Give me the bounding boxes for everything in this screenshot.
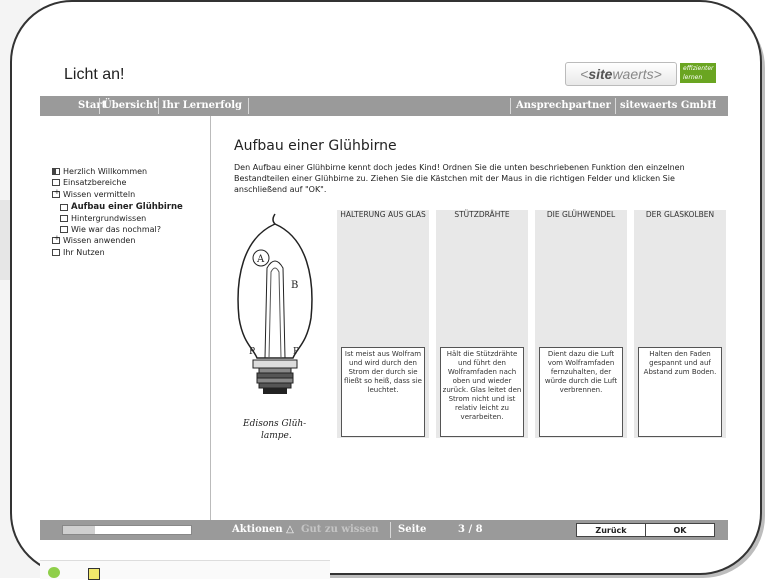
instructions-text: Den Aufbau einer Glühbirne kennt doch je… xyxy=(234,163,685,194)
app-title: Licht an! xyxy=(64,66,125,83)
smiley-icon xyxy=(48,567,60,578)
sidebar-item-wissen-anwenden[interactable]: Wissen anwenden xyxy=(52,234,135,245)
logo-tagline: effizienter lernen xyxy=(680,63,716,83)
nav-sitewaerts[interactable]: sitewaerts GmbH xyxy=(620,96,716,116)
sitewaerts-logo: <sitewaerts> effizienter lernen xyxy=(565,62,716,86)
page-title: Aufbau einer Glühbirne xyxy=(234,138,397,154)
drop-zone-gluehwendel[interactable] xyxy=(535,210,627,344)
drag-card[interactable]: Dient dazu die Luft vom Wolframfaden fer… xyxy=(539,347,623,437)
bulb-caption-line-1: Edisons Glüh- xyxy=(242,419,306,429)
edison-bulb-illustration: A B P P Edisons Glüh- lampe. xyxy=(237,213,313,441)
box-icon xyxy=(60,203,68,211)
nav-separator xyxy=(99,98,100,114)
bulb-letter-p-left: P xyxy=(249,347,255,357)
sidebar-item-wie-war-das[interactable]: Wie war das nochmal? xyxy=(60,225,161,234)
column-header-gluehwendel: DIE GLÜHWENDEL xyxy=(546,210,616,219)
drop-zone-glaskolben[interactable] xyxy=(634,210,726,344)
box-icon xyxy=(52,249,60,256)
drop-zone-stuetzdraehte[interactable] xyxy=(436,210,528,344)
drag-card[interactable]: Hält die Stützdrähte und führt den Wolfr… xyxy=(440,347,524,437)
footer-separator xyxy=(390,522,391,538)
card-slot: Hält die Stützdrähte und führt den Wolfr… xyxy=(436,344,528,438)
drag-card[interactable]: Halten den Faden gespannt und auf Abstan… xyxy=(638,347,722,437)
note-icon xyxy=(88,568,100,580)
progress-bar xyxy=(62,525,192,535)
nav-separator xyxy=(615,98,616,114)
nav-ansprechpartner[interactable]: Ansprechpartner xyxy=(516,96,611,116)
lesson-content: Aufbau einer Glühbirne Den Aufbau einer … xyxy=(224,116,726,520)
top-navigation: Start Übersicht Ihr Lernerfolg Ansprechp… xyxy=(40,96,728,116)
progress-fill xyxy=(63,526,95,534)
nav-start[interactable]: Start xyxy=(78,96,106,116)
sidebar-item-hintergrundwissen[interactable]: Hintergrundwissen xyxy=(60,214,146,223)
logo-wordmark: <sitewaerts> xyxy=(565,62,677,86)
bulb-caption-line-2: lampe. xyxy=(261,431,292,441)
back-button[interactable]: Zurück xyxy=(576,523,646,537)
bulb-letter-a: A xyxy=(256,254,265,265)
nav-separator xyxy=(248,98,249,114)
box-icon xyxy=(60,226,68,233)
nav-separator xyxy=(510,98,511,114)
sidebar-item-wissen-vermitteln[interactable]: Wissen vermitteln xyxy=(52,188,135,199)
drag-card[interactable]: Ist meist aus Wolfram und wird durch den… xyxy=(341,347,425,437)
sidebar-item-ihr-nutzen[interactable]: Ihr Nutzen xyxy=(52,248,105,257)
drop-zone-halterung[interactable] xyxy=(337,210,429,344)
card-slot: Dient dazu die Luft vom Wolframfaden fer… xyxy=(535,344,627,438)
title-bar: Licht an! <sitewaerts> effizienter lerne… xyxy=(40,52,728,96)
page-counter: 3 / 8 xyxy=(458,524,483,535)
sidebar-item-aufbau[interactable]: Aufbau einer Glühbirne xyxy=(60,202,183,212)
column-header-glaskolben: DER GLASKOLBEN xyxy=(645,210,715,219)
nav-lernerfolg[interactable]: Ihr Lernerfolg xyxy=(162,96,242,116)
footer-bar: Aktionen △ Gut zu wissen Seite 3 / 8 Zur… xyxy=(40,520,728,540)
column-header-stuetzdraehte: STÜTZDRÄHTE xyxy=(454,210,510,219)
box-icon xyxy=(52,179,60,186)
card-slot: Ist meist aus Wolfram und wird durch den… xyxy=(337,344,429,438)
nav-separator xyxy=(158,98,159,114)
column-header-halterung: HALTERUNG AUS GLAS xyxy=(340,210,426,219)
expanded-box-icon xyxy=(52,234,60,244)
bulb-letter-b: B xyxy=(291,280,298,291)
course-window: Licht an! <sitewaerts> effizienter lerne… xyxy=(40,52,728,540)
half-box-icon xyxy=(52,168,60,175)
bulb-letter-p-right: P xyxy=(293,347,299,357)
chapter-sidebar: Herzlich Willkommen Einsatzbereiche Wiss… xyxy=(40,116,211,520)
sidebar-item-einsatzbereiche[interactable]: Einsatzbereiche xyxy=(52,178,126,187)
expanded-box-icon xyxy=(52,188,60,198)
aktionen-menu[interactable]: Aktionen △ xyxy=(232,520,294,540)
card-slot: Halten den Faden gespannt und auf Abstan… xyxy=(634,344,726,438)
page-label: Seite xyxy=(398,524,427,535)
sidebar-item-herzlich-willkommen[interactable]: Herzlich Willkommen xyxy=(52,167,147,176)
taskbar-strip xyxy=(40,560,330,579)
chevron-up-icon: △ xyxy=(286,524,294,535)
gut-zu-wissen-button[interactable]: Gut zu wissen xyxy=(301,520,379,540)
box-icon xyxy=(60,215,68,222)
ok-button[interactable]: OK xyxy=(645,523,715,537)
nav-uebersicht[interactable]: Übersicht xyxy=(103,96,158,116)
